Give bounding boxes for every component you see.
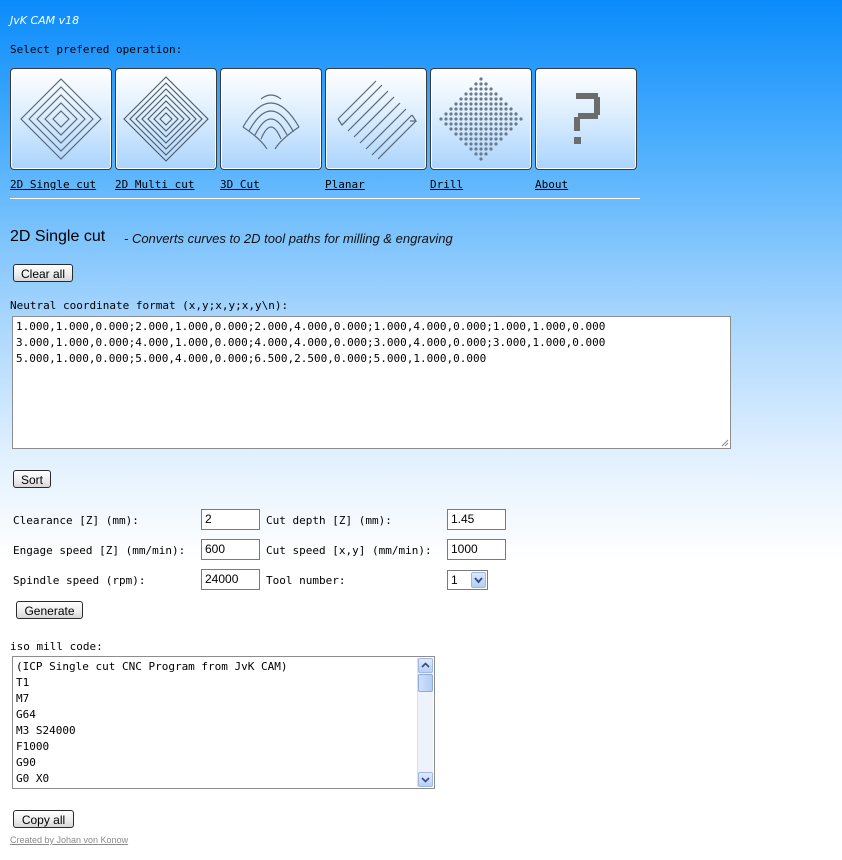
iso-line: G64: [16, 708, 36, 721]
operation-tile-2d-multi-cut[interactable]: [115, 68, 217, 170]
operation-link-2d-single-cut[interactable]: 2D Single cut: [10, 178, 96, 191]
drill-icon: [439, 77, 523, 161]
operation-tile-drill[interactable]: [430, 68, 532, 170]
planar-icon: [337, 80, 418, 160]
section-title: 2D Single cut: [10, 228, 106, 245]
coords-line: 5.000,1.000,0.000;5.000,4.000,0.000;6.50…: [16, 352, 487, 365]
operation-link-planar[interactable]: Planar: [325, 178, 365, 191]
section-subtitle: - Converts curves to 2D tool paths for m…: [124, 231, 453, 246]
iso-line: G90: [16, 756, 36, 769]
scroll-down-icon[interactable]: [418, 772, 433, 787]
iso-code-textarea[interactable]: (ICP Single cut CNC Program from JvK CAM…: [12, 656, 435, 789]
divider: [10, 198, 640, 199]
iso-line: M3 S24000: [16, 724, 76, 737]
resize-grip-icon[interactable]: [721, 439, 729, 447]
coords-label: Neutral coordinate format (x,y;x,y;x,y\n…: [10, 299, 289, 312]
spindle-speed-input[interactable]: 24000: [201, 569, 260, 590]
scroll-up-icon[interactable]: [418, 658, 433, 673]
scrollbar-thumb[interactable]: [418, 674, 433, 692]
cut-speed-label: Cut speed [x,y] (mm/min):: [266, 544, 432, 557]
engage-speed-input[interactable]: 600: [201, 539, 260, 560]
tool-number-label: Tool number:: [266, 574, 346, 587]
cut-depth-label: Cut depth [Z] (mm):: [266, 514, 392, 527]
clearance-label: Clearance [Z] (mm):: [13, 514, 139, 527]
sort-button[interactable]: Sort: [13, 470, 51, 488]
chevron-down-icon[interactable]: [471, 572, 486, 588]
coords-line: 3.000,1.000,0.000;4.000,1.000,0.000;4.00…: [16, 336, 606, 349]
iso-line: M7: [16, 692, 30, 705]
operation-link-3d-cut[interactable]: 3D Cut: [220, 178, 260, 191]
iso-line: T1: [16, 676, 30, 689]
3d-cut-icon: [242, 94, 300, 150]
clear-all-button[interactable]: Clear all: [13, 264, 73, 282]
cut-speed-input[interactable]: 1000: [447, 539, 506, 560]
tool-number-select[interactable]: 1: [447, 570, 488, 590]
operation-tile-3d-cut[interactable]: [220, 68, 322, 170]
operation-link-2d-multi-cut[interactable]: 2D Multi cut: [115, 178, 194, 191]
about-icon: [574, 93, 600, 144]
iso-line: F1000: [16, 740, 50, 753]
iso-scrollbar[interactable]: [417, 658, 433, 787]
iso-label: iso mill code:: [10, 640, 103, 653]
operation-tile-2d-single-cut[interactable]: [10, 68, 112, 170]
clearance-input[interactable]: 2: [201, 509, 260, 530]
coords-textarea[interactable]: 1.000,1.000,0.000;2.000,1.000,0.000;2.00…: [12, 316, 731, 449]
2d-single-cut-icon: [20, 78, 102, 160]
2d-multi-cut-icon: [123, 76, 209, 162]
tool-number-value: 1: [451, 573, 458, 587]
operation-link-about[interactable]: About: [535, 178, 568, 191]
footer-credit-link[interactable]: Created by Johan von Konow: [10, 835, 128, 845]
app-title: JvK CAM v18: [10, 14, 80, 27]
engage-speed-label: Engage speed [Z] (mm/min):: [13, 544, 186, 557]
spindle-speed-label: Spindle speed (rpm):: [13, 574, 146, 587]
operation-prompt: Select prefered operation:: [10, 43, 183, 56]
generate-button[interactable]: Generate: [16, 601, 83, 619]
iso-line: G0 X0: [16, 772, 50, 785]
copy-all-button[interactable]: Copy all: [13, 810, 74, 828]
operation-tile-planar[interactable]: [325, 68, 427, 170]
iso-line: (ICP Single cut CNC Program from JvK CAM…: [16, 660, 288, 673]
cut-depth-input[interactable]: 1.45: [447, 509, 506, 530]
coords-line: 1.000,1.000,0.000;2.000,1.000,0.000;2.00…: [16, 320, 606, 333]
operation-link-drill[interactable]: Drill: [430, 178, 463, 191]
operation-tile-about[interactable]: [535, 68, 637, 170]
